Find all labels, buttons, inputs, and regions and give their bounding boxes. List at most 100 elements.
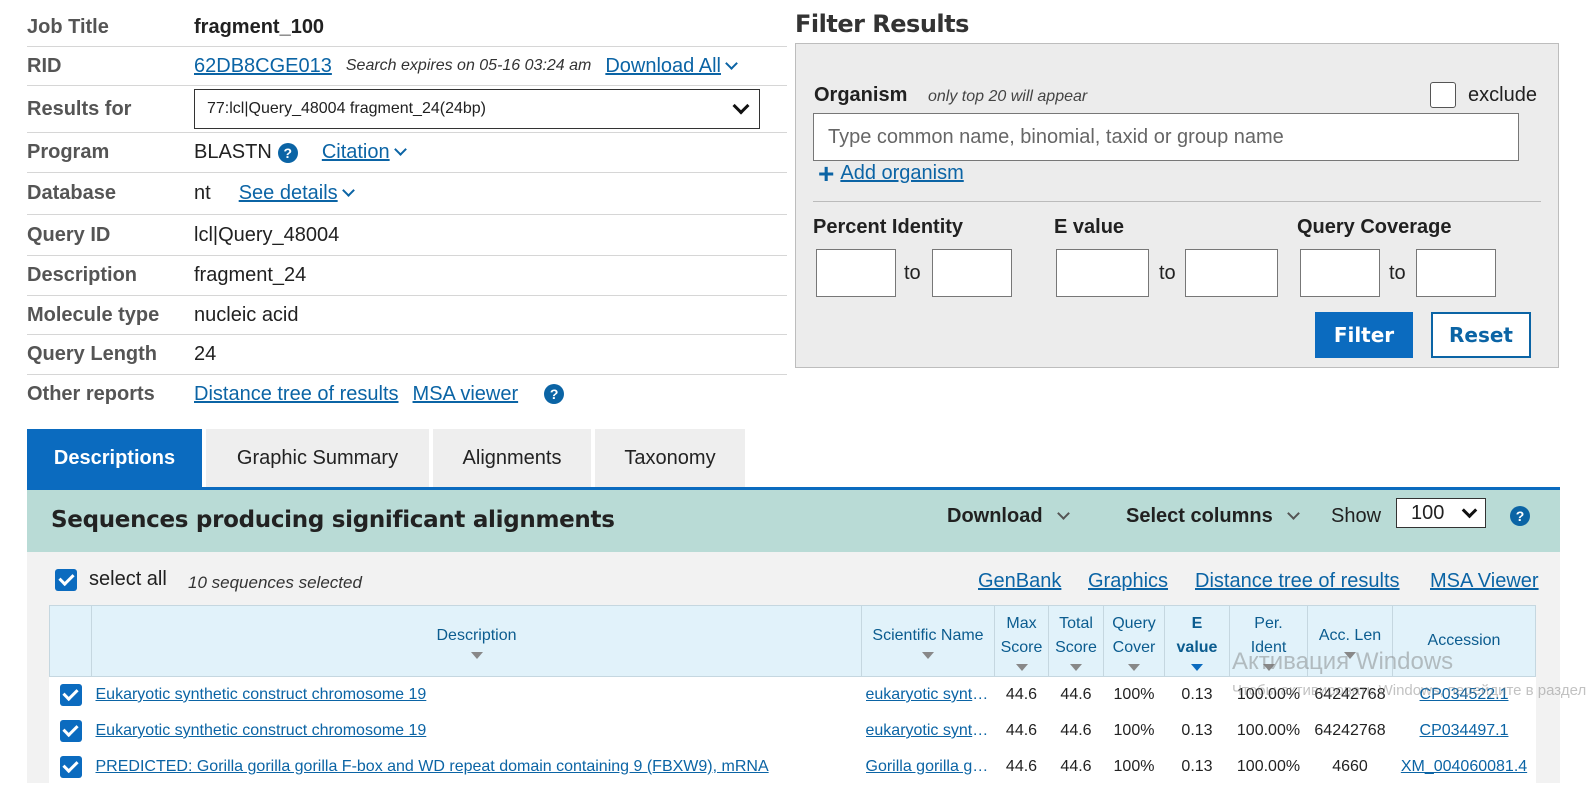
per-ident-cell: 100.00% [1236, 722, 1301, 739]
citation-menu[interactable]: Citation [322, 141, 407, 164]
show-count-select[interactable]: 100 [1396, 498, 1486, 528]
header-accession[interactable]: Accession [1392, 605, 1536, 677]
help-icon[interactable]: ? [277, 142, 298, 163]
distance-tree-link[interactable]: Distance tree of results [1195, 570, 1400, 593]
job-title-row: Job Title fragment_100 [27, 8, 787, 47]
header-scientific-name[interactable]: Scientific Name [861, 605, 995, 677]
query-coverage-label: Query Coverage [1297, 216, 1452, 238]
scientific-name-link[interactable]: eukaryotic synthetic construct [866, 722, 990, 740]
acc-len-cell: 64242768 [1314, 686, 1386, 703]
header-acc-len[interactable]: Acc. Len [1307, 605, 1393, 677]
other-reports-row: Other reports Distance tree of results M… [27, 375, 787, 413]
chevron-down-icon [1461, 502, 1478, 518]
download-menu[interactable]: Download [947, 505, 1070, 528]
graphics-link[interactable]: Graphics [1088, 570, 1168, 593]
query-length-label: Query Length [27, 343, 158, 365]
e-value-max-input[interactable] [1185, 249, 1278, 297]
see-details-link[interactable]: See details [239, 182, 338, 204]
accession-link[interactable]: XM_004060081.4 [1401, 758, 1527, 775]
table-row: Eukaryotic synthetic construct chromosom… [50, 677, 1536, 714]
see-details-menu[interactable]: See details [239, 182, 355, 205]
sort-icon [1015, 663, 1028, 671]
row-checkbox[interactable] [59, 684, 82, 706]
results-for-select[interactable]: 77:lcl|Query_48004 fragment_24(24bp) [194, 89, 760, 129]
selected-count: 10 sequences selected [188, 573, 362, 592]
genbank-link[interactable]: GenBank [978, 570, 1061, 593]
organism-note: only top 20 will appear [928, 88, 1088, 105]
sort-icon [1191, 663, 1203, 671]
tab-taxonomy[interactable]: Taxonomy [595, 429, 745, 487]
e-value-cell: 0.13 [1181, 686, 1213, 703]
query-coverage-max-input[interactable] [1416, 249, 1496, 297]
percent-identity-min-input[interactable] [816, 249, 896, 297]
exclude-checkbox[interactable] [1430, 82, 1456, 108]
msa-viewer-link[interactable]: MSA Viewer [1430, 570, 1539, 593]
header-e-value[interactable]: Evalue [1164, 605, 1230, 677]
description-link[interactable]: Eukaryotic synthetic construct chromosom… [96, 686, 427, 703]
tab-descriptions[interactable]: Descriptions [27, 429, 202, 487]
accession-link[interactable]: CP034497.1 [1420, 722, 1509, 739]
table-row: PREDICTED: Gorilla gorilla gorilla F-box… [50, 749, 1536, 785]
sort-icon [922, 651, 934, 659]
filter-button[interactable]: Filter [1315, 312, 1413, 358]
help-icon[interactable]: ? [544, 384, 565, 404]
query-cover-cell: 100% [1113, 758, 1155, 775]
other-reports-label: Other reports [27, 382, 155, 405]
show-label: Show [1331, 505, 1382, 527]
tab-alignments[interactable]: Alignments [433, 429, 591, 487]
add-organism-button[interactable]: + Add organism [818, 159, 964, 187]
organism-input[interactable]: Type common name, binomial, taxid or gro… [813, 113, 1519, 161]
per-ident-cell: 100.00% [1236, 758, 1301, 775]
download-all-menu[interactable]: Download All [605, 55, 738, 78]
total-score-cell: 44.6 [1060, 758, 1092, 775]
select-columns-menu[interactable]: Select columns [1126, 505, 1300, 528]
citation-link[interactable]: Citation [322, 141, 390, 163]
table-header-row: Description Scientific Name Max Score Tot… [49, 605, 1536, 677]
sort-icon [1070, 663, 1082, 671]
to-label: to [1159, 262, 1176, 284]
rid-link[interactable]: 62DB8CGE013 [194, 55, 332, 78]
max-score-cell: 44.6 [1005, 722, 1038, 739]
percent-identity-label: Percent Identity [813, 216, 964, 238]
header-description[interactable]: Description [91, 605, 862, 677]
download-all-link[interactable]: Download All [605, 55, 721, 77]
results-table-area: select all 10 sequences selected GenBank… [27, 552, 1560, 785]
organism-label: Organism [814, 84, 908, 106]
molecule-label: Molecule type [27, 303, 160, 326]
msa-viewer-link[interactable]: MSA viewer [413, 383, 519, 406]
header-max-score[interactable]: Max Score [994, 605, 1049, 677]
query-coverage-min-input[interactable] [1300, 249, 1380, 297]
sort-icon [1128, 663, 1140, 671]
distance-tree-link[interactable]: Distance tree of results [194, 383, 399, 406]
scientific-name-link[interactable]: Gorilla gorilla gorilla [866, 758, 990, 776]
query-id-label: Query ID [27, 223, 111, 246]
row-checkbox[interactable] [59, 720, 82, 742]
job-title-value: fragment_100 [194, 15, 325, 38]
scientific-name-link[interactable]: eukaryotic synthetic construct [866, 686, 990, 704]
tab-graphic-summary[interactable]: Graphic Summary [206, 429, 429, 487]
chevron-down-icon [725, 56, 738, 70]
job-title-label: Job Title [27, 15, 109, 38]
e-value-min-input[interactable] [1056, 249, 1149, 297]
header-query-cover[interactable]: Query Cover [1103, 605, 1165, 677]
select-all-checkbox[interactable] [55, 568, 77, 591]
percent-identity-max-input[interactable] [932, 249, 1012, 297]
select-all[interactable]: select all [55, 568, 167, 591]
reset-button[interactable]: Reset [1431, 312, 1531, 358]
description-link[interactable]: PREDICTED: Gorilla gorilla gorilla F-box… [96, 758, 769, 775]
search-expires-text: Search expires on 05-16 03:24 am [345, 57, 592, 74]
query-id-value: lcl|Query_48004 [194, 223, 340, 246]
accession-link[interactable]: CP034522.1 [1420, 686, 1509, 703]
row-checkbox[interactable] [59, 756, 82, 778]
header-total-score[interactable]: Total Score [1048, 605, 1104, 677]
acc-len-cell: 4660 [1332, 758, 1368, 775]
max-score-cell: 44.6 [1005, 686, 1038, 703]
filter-results-title: Filter Results [795, 10, 969, 38]
chevron-down-icon [341, 184, 355, 197]
program-label: Program [27, 141, 110, 163]
help-icon[interactable]: ? [1510, 506, 1530, 526]
per-ident-cell: 100.00% [1236, 686, 1301, 703]
description-link[interactable]: Eukaryotic synthetic construct chromosom… [96, 722, 427, 739]
add-organism-link[interactable]: Add organism [840, 162, 963, 185]
header-per-ident[interactable]: Per. Ident [1229, 605, 1308, 677]
